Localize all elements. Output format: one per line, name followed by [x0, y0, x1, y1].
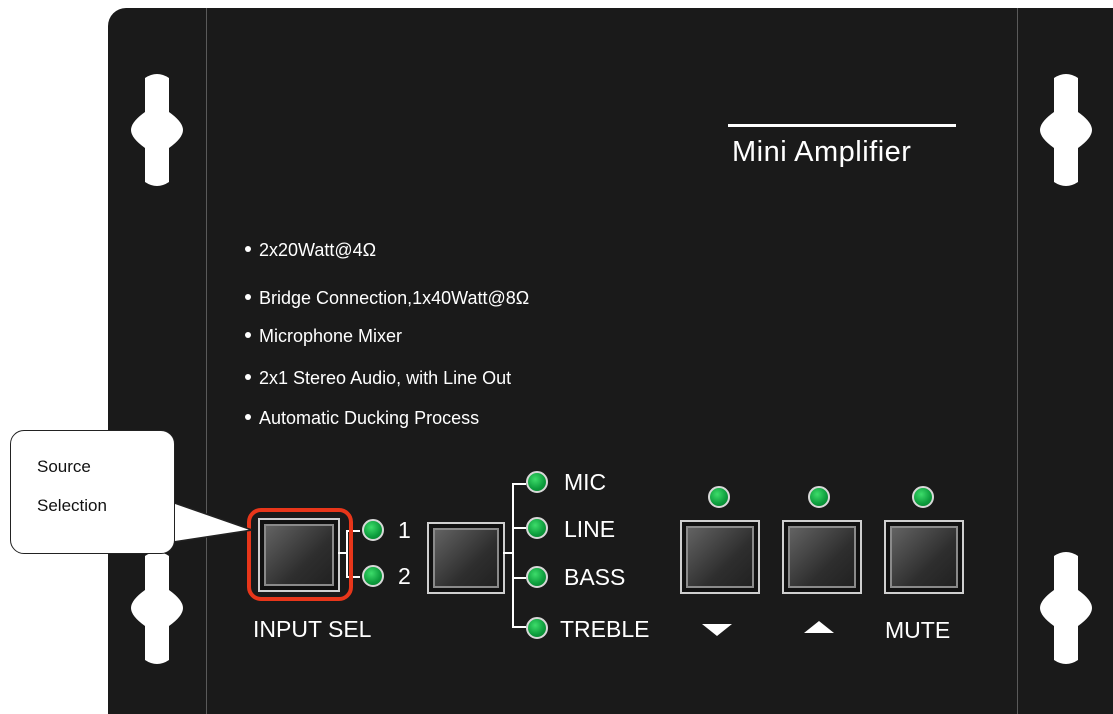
line-label: LINE	[564, 516, 616, 542]
mute-button[interactable]	[884, 520, 964, 594]
feature-item: 2x1 Stereo Audio, with Line Out	[245, 368, 511, 389]
triangle-down-icon	[702, 624, 732, 636]
bass-label: BASS	[564, 564, 626, 590]
title-bar	[728, 124, 956, 127]
mute-label: MUTE	[885, 617, 951, 643]
led-input-1	[362, 519, 384, 541]
bracket-line	[512, 626, 526, 628]
callout-pointer-cover	[160, 500, 163, 542]
led-down	[708, 486, 730, 508]
callout-line-2: Selection	[37, 496, 107, 515]
callout-line-1: Source	[37, 457, 91, 476]
feature-item: 2x20Watt@4Ω	[245, 240, 376, 261]
mounting-slot-bottom-right	[1040, 548, 1092, 668]
led-mute	[912, 486, 934, 508]
mode-select-button[interactable]	[427, 522, 505, 594]
highlight-box	[247, 508, 353, 601]
input-2-label: 2	[398, 563, 411, 589]
callout-box: Source Selection	[10, 430, 175, 554]
treble-label: TREBLE	[560, 616, 650, 642]
panel-edge-right	[1017, 8, 1018, 714]
bracket-line	[512, 483, 514, 628]
led-mic	[526, 471, 548, 493]
triangle-up-icon	[804, 621, 834, 633]
mounting-slot-top-right	[1040, 70, 1092, 190]
bracket-line	[512, 577, 526, 579]
panel-edge-left	[206, 8, 207, 714]
volume-down-button[interactable]	[680, 520, 760, 594]
feature-item: Automatic Ducking Process	[245, 408, 479, 429]
amplifier-panel	[108, 8, 1113, 714]
feature-item: Microphone Mixer	[245, 326, 402, 347]
mounting-slot-top-left	[131, 70, 183, 190]
led-bass	[526, 566, 548, 588]
led-up	[808, 486, 830, 508]
bracket-line	[512, 527, 526, 529]
input-1-label: 1	[398, 517, 411, 543]
led-line	[526, 517, 548, 539]
mic-label: MIC	[564, 469, 607, 495]
input-sel-label: INPUT SEL	[253, 616, 372, 642]
led-input-2	[362, 565, 384, 587]
led-treble	[526, 617, 548, 639]
bracket-line	[512, 483, 526, 485]
device-title: Mini Amplifier	[732, 136, 912, 168]
volume-up-button[interactable]	[782, 520, 862, 594]
mounting-slot-bottom-left	[131, 548, 183, 668]
feature-item: Bridge Connection,1x40Watt@8Ω	[245, 288, 529, 309]
